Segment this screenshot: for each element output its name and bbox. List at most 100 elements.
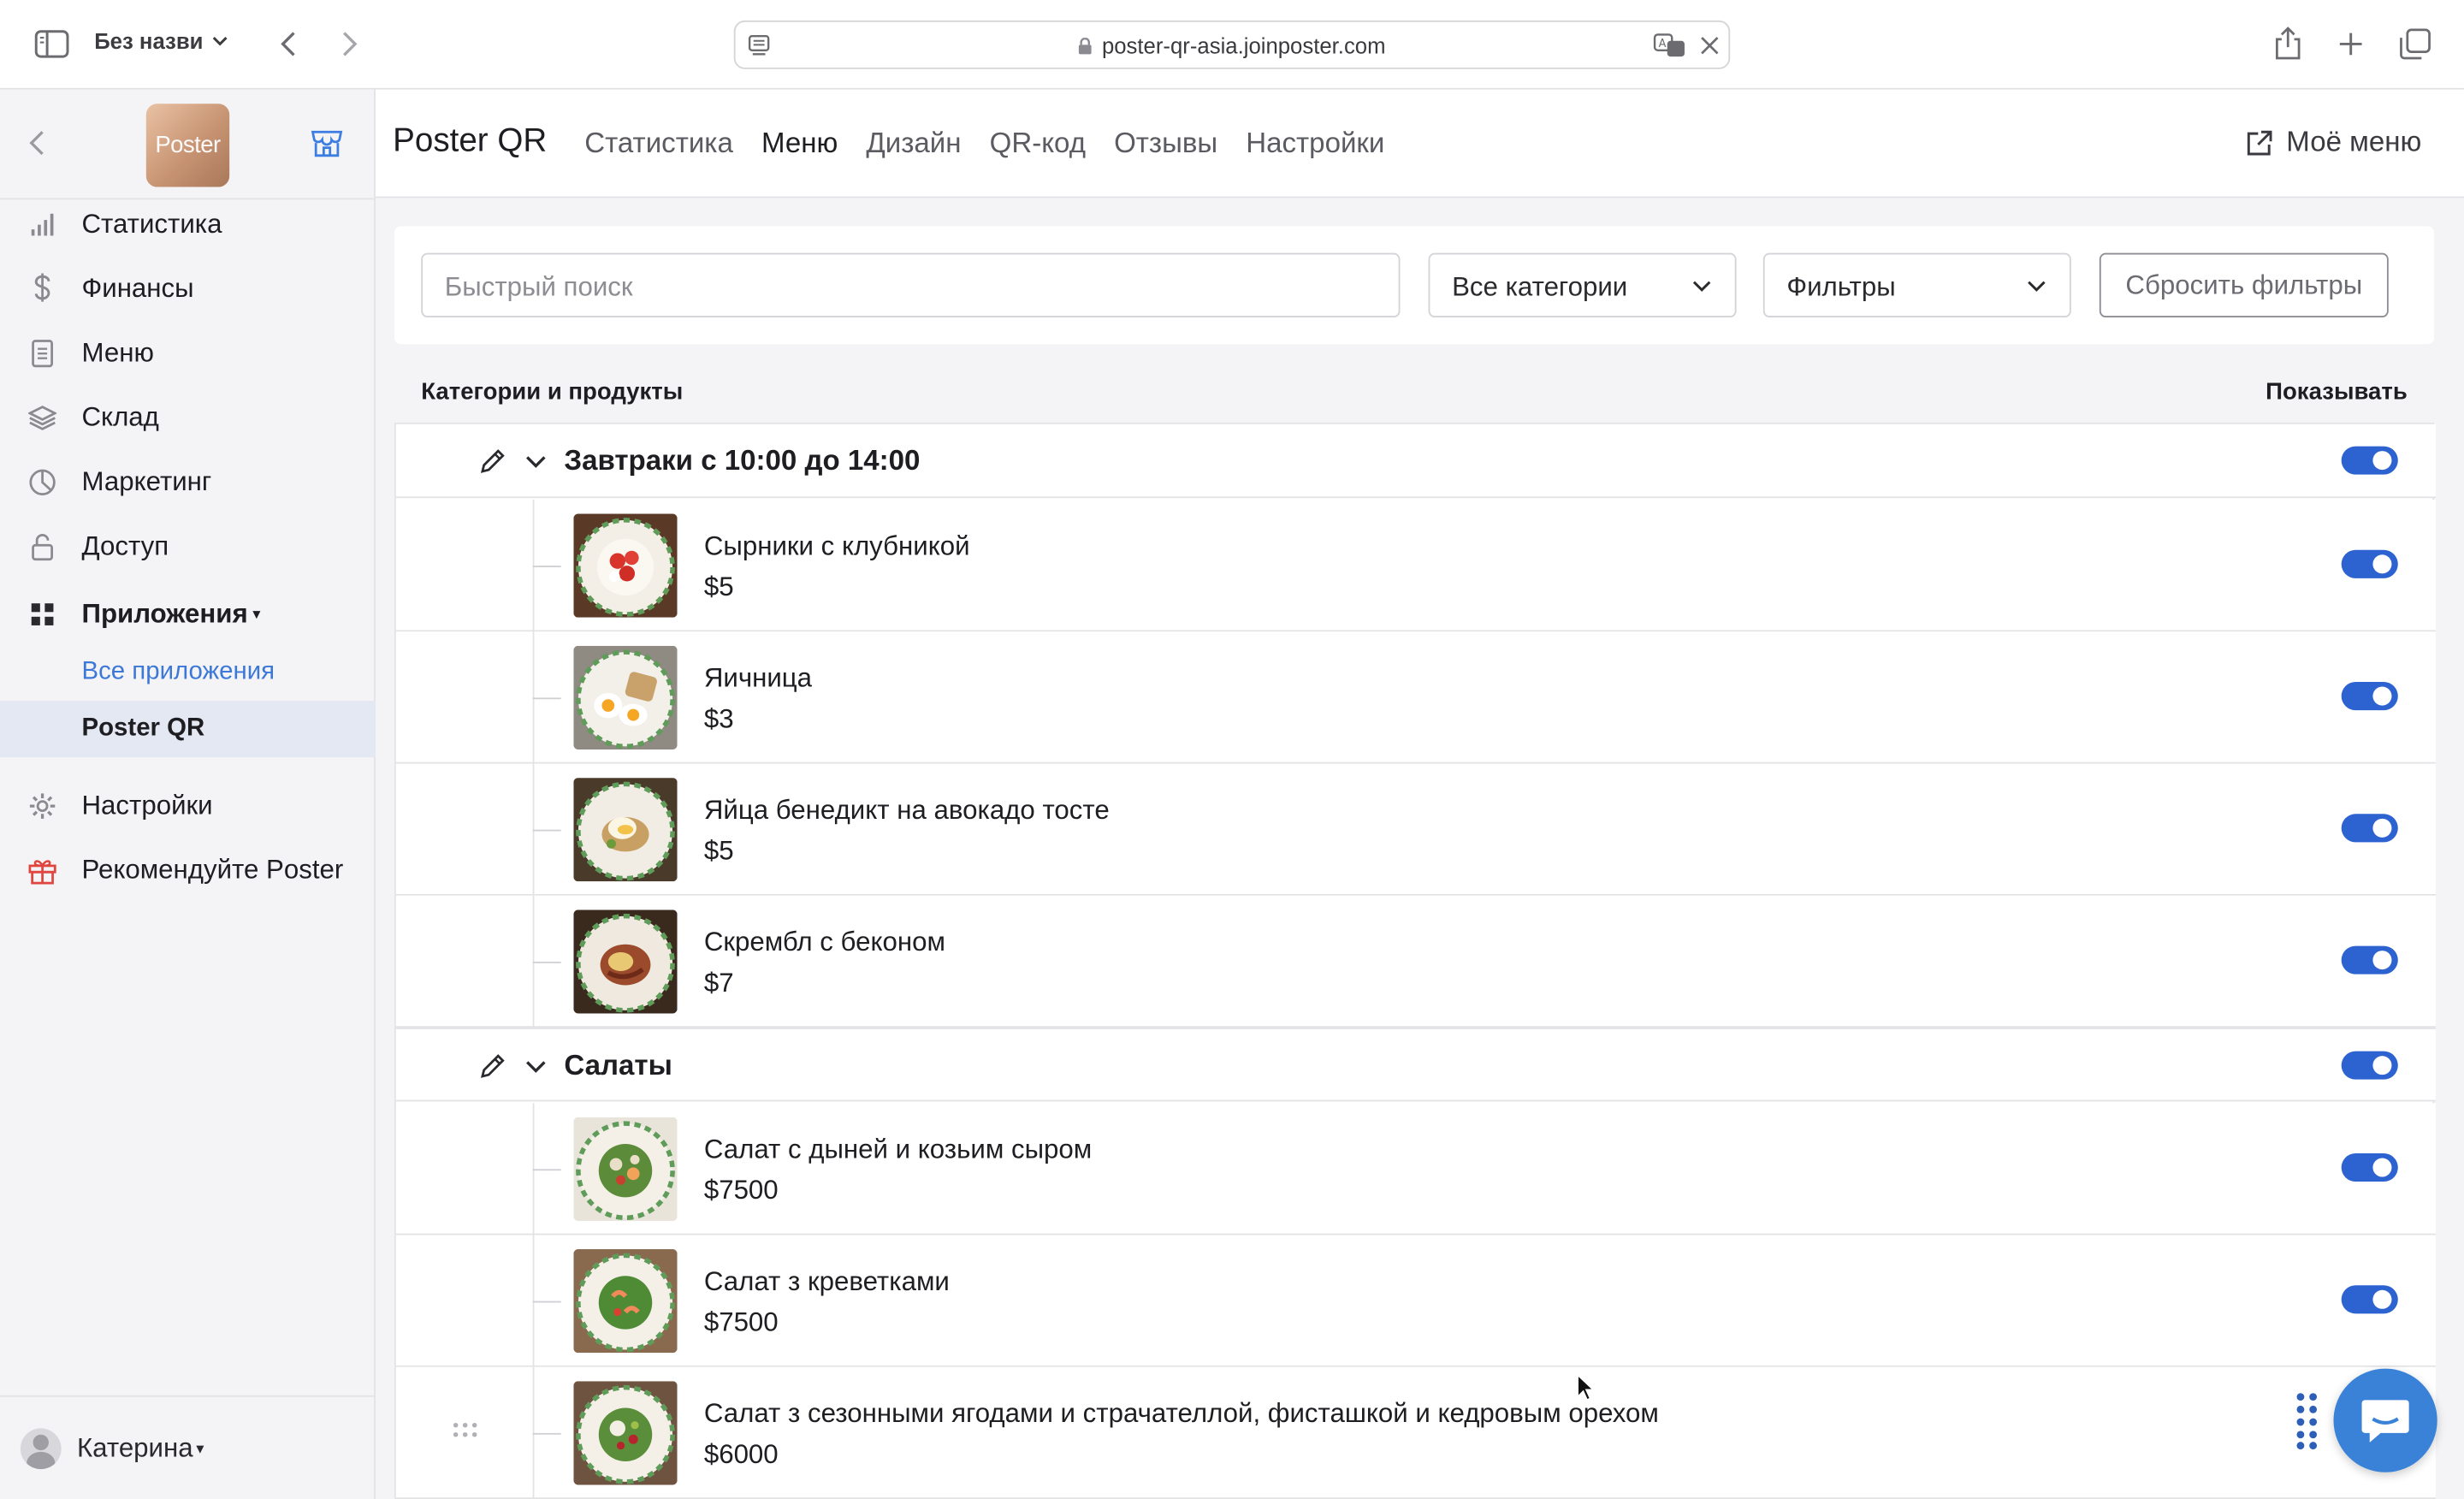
drag-handle-icon[interactable] <box>453 1422 477 1437</box>
grid-icon <box>27 599 58 631</box>
sidebar-toggle-icon[interactable] <box>30 22 74 66</box>
tab-reviews[interactable]: Отзывы <box>1114 127 1217 161</box>
page-title: Poster QR <box>393 122 548 159</box>
window-title-text: Без назви <box>94 28 204 54</box>
caret-down-icon: ▾ <box>252 606 261 625</box>
app-header: Poster QR Статистика Меню Дизайн QR-код … <box>375 89 2464 198</box>
bar-chart-icon <box>27 209 58 240</box>
reset-filters-button[interactable]: Сбросить фильтры <box>2099 252 2389 317</box>
chevron-down-icon[interactable] <box>524 1054 548 1079</box>
sidebar-apps-label: Приложения <box>81 598 248 629</box>
translate-icon[interactable]: A <box>1653 33 1687 58</box>
sidebar-item-marketing[interactable]: Маркетинг <box>0 454 376 511</box>
tree-branch <box>532 566 561 567</box>
tree-branch <box>532 697 561 700</box>
address-bar[interactable]: poster-qr-asia.joinposter.com A <box>733 20 1731 69</box>
content-area: Быстрый поиск Все категории Фильтры Сбро… <box>375 198 2464 1499</box>
layers-icon <box>27 402 58 434</box>
back-icon[interactable] <box>267 22 311 66</box>
menu-table: Завтраки с 10:00 до 14:00 Сырники с клуб… <box>394 423 2436 1499</box>
visibility-toggle[interactable] <box>2341 1285 2398 1314</box>
sidebar-item-label: Меню <box>81 337 154 368</box>
product-image <box>573 778 678 882</box>
tab-statistics[interactable]: Статистика <box>584 127 733 161</box>
product-price: $6000 <box>703 1439 779 1470</box>
product-row: Скрембл с беконом $7 <box>395 895 2436 1028</box>
pencil-icon[interactable] <box>477 447 507 477</box>
tabs-overview-icon[interactable] <box>2393 22 2437 66</box>
product-row: Яйца бенедикт на авокадо тосте $5 <box>395 763 2436 896</box>
product-row: Яичница $3 <box>395 631 2436 764</box>
lock-icon <box>27 531 58 563</box>
product-price: $7 <box>703 968 734 998</box>
product-image <box>573 645 678 750</box>
visibility-toggle[interactable] <box>2341 682 2398 711</box>
visibility-toggle[interactable] <box>2341 446 2398 475</box>
url-text[interactable]: poster-qr-asia.joinposter.com <box>736 33 1729 58</box>
sidebar-item-finance[interactable]: Финансы <box>0 261 376 317</box>
categories-select-value: Все категории <box>1452 271 1628 302</box>
chevron-down-icon[interactable] <box>524 449 548 474</box>
product-price: $7500 <box>703 1306 779 1337</box>
chat-bubble-icon <box>2361 1400 2409 1443</box>
categories-select[interactable]: Все категории <box>1428 252 1737 317</box>
tab-menu[interactable]: Меню <box>761 127 838 161</box>
product-name: Салат с дыней и козьим сыром <box>703 1134 1093 1164</box>
chevron-down-icon <box>2028 281 2046 292</box>
product-image <box>573 1381 678 1485</box>
collapse-sidebar-icon[interactable] <box>22 124 54 162</box>
new-tab-icon[interactable] <box>2329 22 2372 66</box>
product-row: Салат с дыней и козьим сыром $7500 <box>395 1103 2436 1235</box>
share-icon[interactable] <box>2266 22 2310 66</box>
visibility-toggle[interactable] <box>2341 1152 2398 1182</box>
search-input[interactable]: Быстрый поиск <box>421 252 1401 317</box>
visibility-toggle[interactable] <box>2341 1051 2398 1080</box>
sidebar-item-access[interactable]: Доступ <box>0 518 376 575</box>
product-name: Салат з сезонными ягодами и страчателлой… <box>703 1398 1659 1429</box>
tab-qr-code[interactable]: QR-код <box>990 127 1086 161</box>
gift-icon <box>27 855 58 886</box>
product-image <box>573 909 678 1014</box>
poster-logo[interactable]: Poster <box>145 104 230 187</box>
filters-select[interactable]: Фильтры <box>1762 252 2071 317</box>
filter-panel: Быстрый поиск Все категории Фильтры Сбро… <box>394 226 2435 345</box>
product-row: Салат з креветками $7500 <box>395 1235 2436 1367</box>
sidebar-item-warehouse[interactable]: Склад <box>0 389 376 446</box>
chat-button[interactable] <box>2333 1368 2437 1472</box>
my-menu-link[interactable]: Моё меню <box>2246 126 2421 159</box>
sidebar-item-menu[interactable]: Меню <box>0 325 376 382</box>
tab-design[interactable]: Дизайн <box>866 127 961 161</box>
sidebar-item-label: Приложения ▾ <box>82 599 261 631</box>
tree-branch <box>532 1169 561 1171</box>
product-name: Сырники с клубникой <box>703 530 970 561</box>
gear-icon <box>27 791 58 822</box>
grip-icon[interactable] <box>2295 1390 2318 1450</box>
product-image <box>573 1249 678 1354</box>
sidebar-item-apps[interactable]: Приложения ▾ <box>0 586 376 643</box>
list-header-left: Категории и продукты <box>421 378 684 406</box>
sidebar-item-all-apps[interactable]: Все приложения <box>0 644 376 701</box>
browser-toolbar: Без назви poster-qr-asia.joinposter.com … <box>0 0 2464 90</box>
visibility-toggle[interactable] <box>2341 945 2398 975</box>
pencil-icon[interactable] <box>477 1052 507 1081</box>
window-title[interactable]: Без назви <box>94 28 228 53</box>
forward-icon[interactable] <box>327 22 370 66</box>
sidebar-item-label: Финансы <box>81 273 194 304</box>
category-name: Салаты <box>564 1049 672 1081</box>
sidebar-item-label: Все приложения <box>81 658 275 685</box>
product-price: $5 <box>703 572 734 602</box>
sidebar-item-label: Рекомендуйте Poster <box>81 855 344 885</box>
close-icon[interactable] <box>1700 36 1719 55</box>
tab-settings[interactable]: Настройки <box>1246 127 1384 161</box>
sidebar-item-poster-qr[interactable]: Poster QR <box>0 701 376 758</box>
sidebar-item-label: Маркетинг <box>81 466 212 497</box>
visibility-toggle[interactable] <box>2341 549 2398 578</box>
store-icon[interactable] <box>310 126 344 160</box>
app-tabs: Статистика Меню Дизайн QR-код Отзывы Нас… <box>584 127 1413 161</box>
sidebar-item-recommend[interactable]: Рекомендуйте Poster <box>0 842 376 898</box>
visibility-toggle[interactable] <box>2341 814 2398 843</box>
sidebar-header: Poster <box>0 90 376 200</box>
sidebar-item-settings[interactable]: Настройки <box>0 778 376 834</box>
user-menu[interactable]: Катерина ▾ <box>20 1428 204 1470</box>
sidebar-item-statistics[interactable]: Статистика <box>0 197 376 253</box>
